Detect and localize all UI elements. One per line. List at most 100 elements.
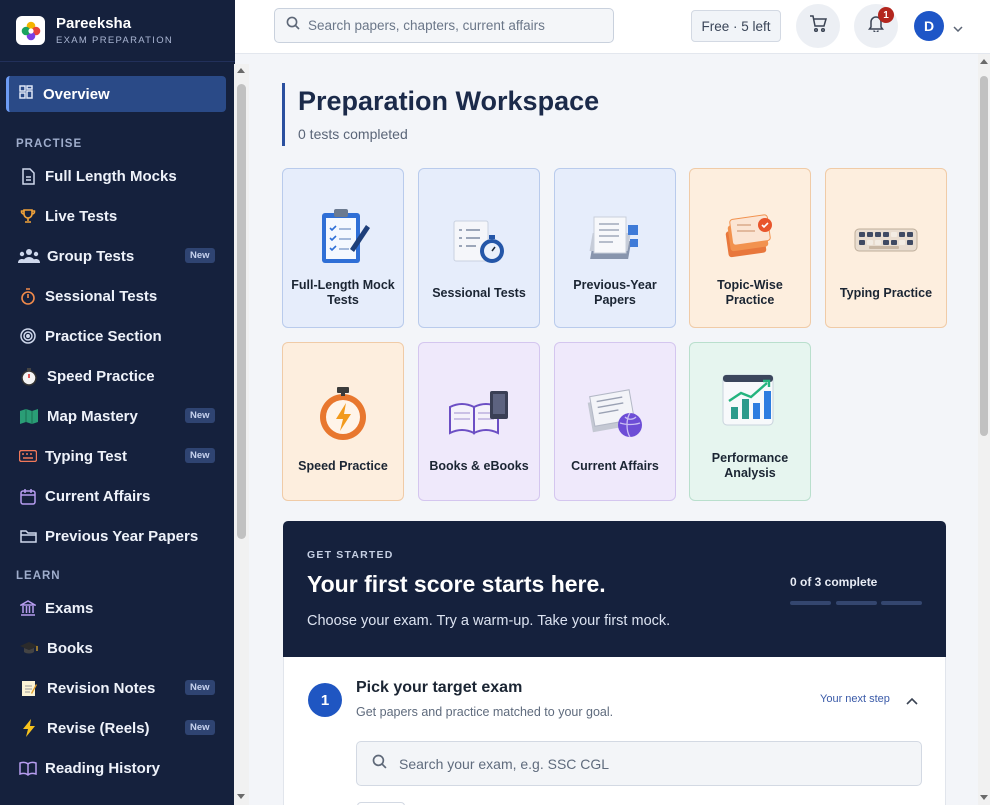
new-badge: New	[185, 448, 215, 463]
sidebar: Pareeksha EXAM PREPARATION Overview PRAC…	[0, 0, 235, 805]
tile-sessional-tests[interactable]: Sessional Tests	[418, 168, 540, 328]
tile-speed-practice[interactable]: Speed Practice	[282, 342, 404, 501]
trophy-icon	[18, 206, 38, 226]
flower-logo-icon	[16, 16, 45, 45]
brand-name: Pareeksha	[56, 15, 132, 32]
plan-status-button[interactable]: Free · 5 left	[691, 10, 781, 42]
calendar-icon	[18, 486, 38, 506]
clipboard-icon	[322, 209, 370, 263]
get-started-description: Choose your exam. Try a warm-up. Take yo…	[307, 613, 671, 629]
chevron-up-icon[interactable]	[906, 692, 918, 710]
section-practise: PRACTISE	[16, 138, 83, 150]
step-card: 1 Pick your target exam Get papers and p…	[283, 657, 946, 805]
cart-button[interactable]	[796, 4, 840, 48]
tile-previous-year-papers[interactable]: Previous-Year Papers	[554, 168, 676, 328]
tile-full-length-mock-tests[interactable]: Full-Length Mock Tests	[282, 168, 404, 328]
main-scroll-thumb[interactable]	[980, 76, 988, 436]
search-placeholder: Search papers, chapters, current affairs	[308, 18, 545, 33]
sidebar-scroll-thumb[interactable]	[237, 84, 246, 539]
sidebar-item-label: Group Tests	[47, 247, 135, 265]
sidebar-item-label: Revise (Reels)	[47, 719, 150, 737]
sidebar-item-live-tests[interactable]: Live Tests	[0, 196, 235, 236]
sidebar-item-label: Live Tests	[45, 207, 118, 225]
sidebar-item-previous-year-papers[interactable]: Previous Year Papers	[0, 516, 235, 556]
tile-performance-analysis[interactable]: Performance Analysis	[689, 342, 811, 501]
sidebar-item-revise-reels[interactable]: Revise (Reels) New	[0, 708, 235, 748]
exam-search-input[interactable]: Search your exam, e.g. SSC CGL	[356, 741, 922, 786]
sidebar-item-sessional-tests[interactable]: Sessional Tests	[0, 276, 235, 316]
scroll-down-icon[interactable]	[980, 795, 988, 800]
tile-label: Sessional Tests	[432, 286, 526, 300]
tile-label: Previous-Year Papers	[573, 278, 657, 307]
sidebar-item-label: Previous Year Papers	[45, 527, 199, 545]
get-started-banner: GET STARTED Your first score starts here…	[283, 521, 946, 657]
tile-label: Books & eBooks	[429, 459, 529, 473]
sidebar-item-revision-notes[interactable]: Revision Notes New	[0, 668, 235, 708]
new-badge: New	[185, 680, 215, 695]
bar-chart-icon	[722, 374, 774, 426]
brand[interactable]: Pareeksha EXAM PREPARATION	[0, 0, 235, 62]
get-started-title: Your first score starts here.	[307, 571, 606, 597]
tile-label: Performance Analysis	[711, 451, 789, 480]
tile-current-affairs[interactable]: Current Affairs	[554, 342, 676, 501]
sidebar-item-label: Reading History	[45, 759, 161, 777]
document-icon	[18, 166, 38, 186]
group-icon	[18, 246, 40, 266]
page-subtitle: 0 tests completed	[298, 126, 408, 142]
folder-icon	[18, 526, 38, 546]
section-learn: LEARN	[16, 570, 61, 582]
brand-tagline: EXAM PREPARATION	[56, 35, 174, 46]
sidebar-item-full-length-mocks[interactable]: Full Length Mocks	[0, 156, 235, 196]
lightning-icon	[18, 718, 40, 738]
get-started-eyebrow: GET STARTED	[307, 549, 394, 561]
sidebar-item-reading-history[interactable]: Reading History	[0, 748, 235, 788]
search-icon	[286, 16, 300, 35]
stopwatch-icon	[18, 366, 40, 386]
sidebar-item-books[interactable]: Books	[0, 628, 235, 668]
keyboard-icon	[854, 228, 918, 252]
dashboard-icon	[19, 84, 33, 104]
notification-count-badge: 1	[878, 7, 894, 23]
main-scrollbar[interactable]	[978, 54, 990, 805]
cards-check-icon	[725, 214, 772, 258]
sidebar-item-label: Revision Notes	[47, 679, 156, 697]
sidebar-item-label: Speed Practice	[47, 367, 155, 385]
checklist-stopwatch-icon	[453, 220, 504, 263]
sidebar-item-overview[interactable]: Overview	[6, 76, 226, 112]
sidebar-item-label: Overview	[43, 85, 110, 103]
scroll-up-icon[interactable]	[237, 68, 245, 73]
notifications-button[interactable]: 1	[854, 4, 898, 48]
search-icon	[372, 754, 387, 774]
avatar[interactable]: D	[914, 11, 944, 41]
tile-label: Typing Practice	[839, 286, 933, 300]
sidebar-nav: Overview PRACTISE Full Length Mocks Live…	[0, 66, 235, 788]
sidebar-item-label: Current Affairs	[45, 487, 151, 505]
sidebar-item-practice-section[interactable]: Practice Section	[0, 316, 235, 356]
step-title: Pick your target exam	[356, 679, 523, 696]
tile-label: Current Affairs	[571, 459, 659, 473]
global-search-input[interactable]: Search papers, chapters, current affairs	[274, 8, 614, 43]
notepad-icon	[18, 678, 40, 698]
sidebar-item-label: Exams	[45, 599, 94, 617]
sidebar-item-typing-test[interactable]: Typing Test New	[0, 436, 235, 476]
sidebar-item-map-mastery[interactable]: Map Mastery New	[0, 396, 235, 436]
cart-icon	[809, 15, 827, 37]
tile-topic-wise-practice[interactable]: Topic-Wise Practice	[689, 168, 811, 328]
sidebar-item-label: Map Mastery	[47, 407, 138, 425]
sidebar-item-speed-practice[interactable]: Speed Practice	[0, 356, 235, 396]
tile-books-ebooks[interactable]: Books & eBooks	[418, 342, 540, 501]
chevron-down-icon[interactable]	[953, 19, 963, 37]
sidebar-item-group-tests[interactable]: Group Tests New	[0, 236, 235, 276]
sidebar-item-label: Full Length Mocks	[45, 167, 177, 185]
sidebar-item-label: Practice Section	[45, 327, 162, 345]
sidebar-item-exams[interactable]: Exams	[0, 588, 235, 628]
paper-stack-icon	[589, 216, 638, 259]
tile-typing-practice[interactable]: Typing Practice	[825, 168, 947, 328]
sidebar-item-current-affairs[interactable]: Current Affairs	[0, 476, 235, 516]
scroll-down-icon[interactable]	[237, 794, 245, 799]
sidebar-scrollbar[interactable]	[234, 64, 249, 805]
progress-segment	[790, 601, 831, 605]
top-bar: Search papers, chapters, current affairs…	[235, 0, 990, 54]
progress-segment	[836, 601, 877, 605]
scroll-up-icon[interactable]	[980, 59, 988, 64]
